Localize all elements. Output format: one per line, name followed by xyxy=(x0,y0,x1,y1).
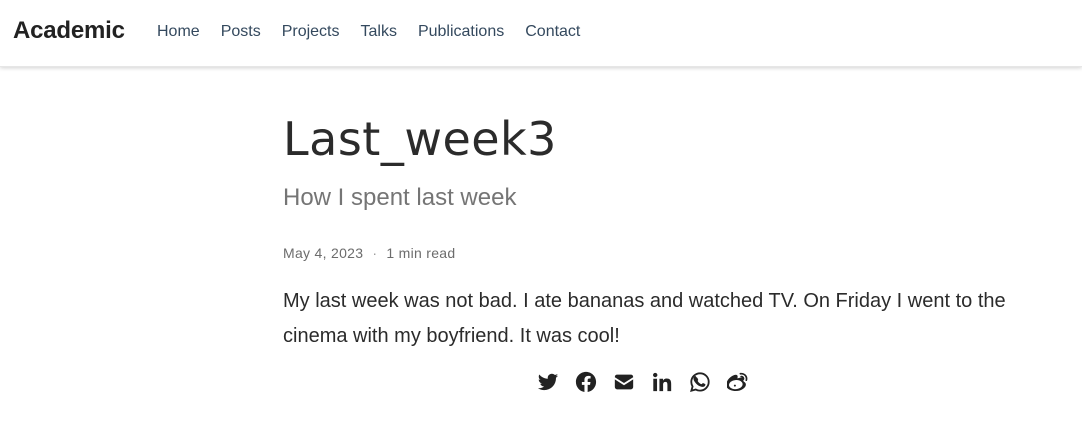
page-title: Last_week3 xyxy=(283,112,557,166)
nav-link-projects[interactable]: Projects xyxy=(282,22,340,42)
email-icon[interactable] xyxy=(613,371,635,393)
main-nav: Home Posts Projects Talks Publications C… xyxy=(157,22,601,42)
article-meta: May 4, 2023 · 1 min read xyxy=(283,244,455,262)
site-brand-link[interactable]: Academic xyxy=(13,17,125,45)
meta-separator: · xyxy=(372,245,378,261)
publish-date: May 4, 2023 xyxy=(283,245,364,261)
nav-link-publications[interactable]: Publications xyxy=(418,22,504,42)
page-subtitle: How I spent last week xyxy=(283,184,517,211)
nav-link-talks[interactable]: Talks xyxy=(361,22,397,42)
nav-link-posts[interactable]: Posts xyxy=(221,22,261,42)
nav-link-home[interactable]: Home xyxy=(157,22,200,42)
reading-time: 1 min read xyxy=(386,245,456,261)
linkedin-icon[interactable] xyxy=(651,371,673,393)
twitter-icon[interactable] xyxy=(537,371,559,393)
nav-link-contact[interactable]: Contact xyxy=(525,22,580,42)
facebook-icon[interactable] xyxy=(575,371,597,393)
weibo-icon[interactable] xyxy=(727,371,749,393)
top-navbar: Academic Home Posts Projects Talks Publi… xyxy=(0,0,1082,67)
article-body: My last week was not bad. I ate bananas … xyxy=(283,290,1006,347)
share-buttons xyxy=(537,371,765,393)
whatsapp-icon[interactable] xyxy=(689,371,711,393)
